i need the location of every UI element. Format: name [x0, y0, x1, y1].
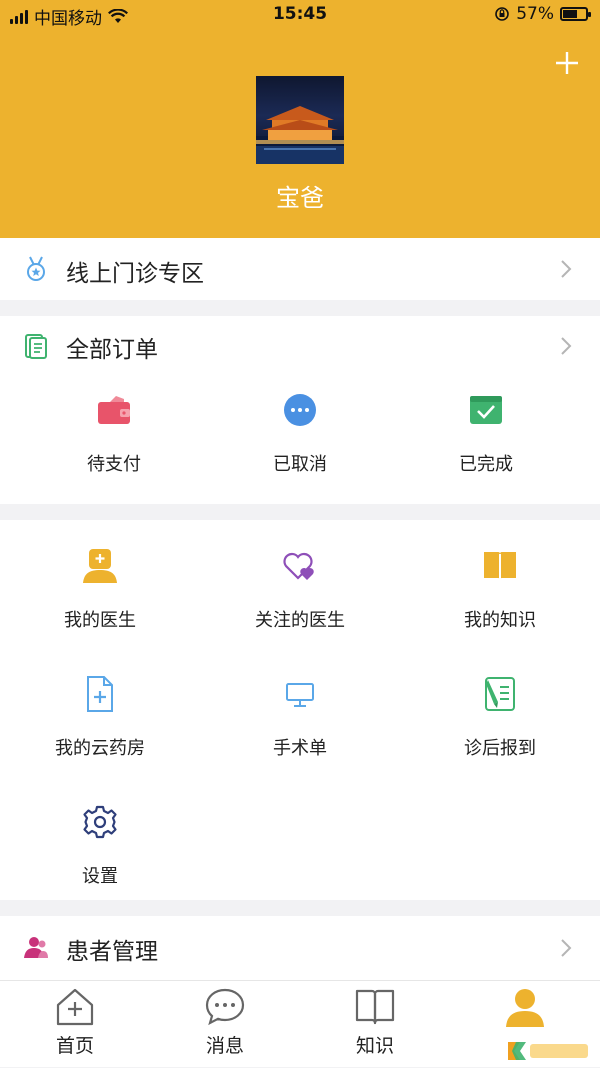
order-cancelled[interactable]: 已取消 — [200, 390, 400, 476]
doctor-icon — [83, 549, 117, 583]
service-cloud-pharmacy[interactable]: 我的云药房 — [0, 674, 200, 760]
more-dots-icon — [284, 394, 316, 426]
tab-label: 知识 — [355, 1035, 394, 1057]
book-icon — [484, 552, 516, 580]
user-icon — [506, 989, 544, 1027]
chevron-right-icon — [561, 260, 572, 278]
service-label: 诊后报到 — [464, 738, 536, 759]
order-label: 待支付 — [87, 454, 141, 475]
tab-knowledge[interactable]: 知识 — [300, 981, 450, 1068]
service-label: 手术单 — [273, 738, 327, 759]
avatar-image — [256, 106, 344, 164]
book-open-icon — [355, 989, 395, 1025]
service-settings[interactable]: 设置 — [0, 802, 200, 888]
watermark-logo — [508, 1042, 588, 1060]
patient-management-label: 患者管理 — [66, 939, 158, 965]
chevron-right-icon[interactable] — [560, 336, 572, 356]
orientation-lock-icon — [495, 7, 510, 21]
service-surgery-order[interactable]: 手术单 — [200, 674, 400, 760]
tab-home[interactable]: 首页 — [0, 981, 150, 1068]
message-icon — [205, 988, 245, 1026]
order-completed[interactable]: 已完成 — [386, 390, 586, 476]
service-label: 我的医生 — [64, 610, 136, 631]
gear-icon — [83, 805, 117, 839]
battery-icon — [560, 7, 591, 21]
chevron-right-icon — [561, 939, 572, 957]
hearts-icon — [283, 552, 314, 580]
battery-percent: 57% — [516, 4, 554, 24]
service-my-doctor[interactable]: 我的医生 — [0, 546, 200, 632]
tab-label: 消息 — [205, 1035, 244, 1057]
tab-label: 首页 — [55, 1035, 94, 1057]
medal-icon — [27, 256, 45, 281]
order-pending-payment[interactable]: 待支付 — [14, 390, 214, 476]
checklist-pen-icon — [485, 677, 515, 711]
avatar[interactable] — [256, 76, 344, 164]
patient-management-row[interactable]: 患者管理 — [0, 916, 600, 980]
service-followed-doctors[interactable]: 关注的医生 — [200, 546, 400, 632]
add-button[interactable] — [554, 50, 580, 76]
order-label: 已完成 — [459, 454, 513, 475]
patients-icon — [24, 937, 48, 958]
orders-title[interactable]: 全部订单 — [66, 330, 158, 364]
status-bar: 中国移动 15:45 57% — [0, 0, 600, 30]
service-label: 关注的医生 — [255, 610, 345, 631]
wallet-icon — [98, 396, 130, 424]
tab-messages[interactable]: 消息 — [150, 981, 300, 1068]
profile-header: 中国移动 15:45 57% 宝爸 — [0, 0, 600, 238]
check-box-icon — [470, 396, 502, 424]
order-label: 已取消 — [273, 454, 327, 475]
service-label: 我的知识 — [464, 610, 536, 631]
service-label: 我的云药房 — [55, 738, 145, 759]
online-clinic-row[interactable]: 线上门诊专区 — [0, 238, 600, 300]
orders-document-icon — [25, 334, 47, 359]
service-my-knowledge[interactable]: 我的知识 — [400, 546, 600, 632]
add-document-icon — [87, 676, 113, 712]
monitor-icon — [286, 683, 314, 707]
service-post-visit-checkin[interactable]: 诊后报到 — [400, 674, 600, 760]
home-icon — [56, 988, 94, 1026]
orders-card: 全部订单 待支付 已取消 已完成 — [0, 316, 600, 504]
user-name: 宝爸 — [276, 184, 324, 212]
services-card: 我的医生 关注的医生 我的知识 我的云药房 手术单 诊后报到 设置 — [0, 520, 600, 900]
online-clinic-label: 线上门诊专区 — [66, 261, 204, 287]
service-label: 设置 — [82, 866, 118, 887]
